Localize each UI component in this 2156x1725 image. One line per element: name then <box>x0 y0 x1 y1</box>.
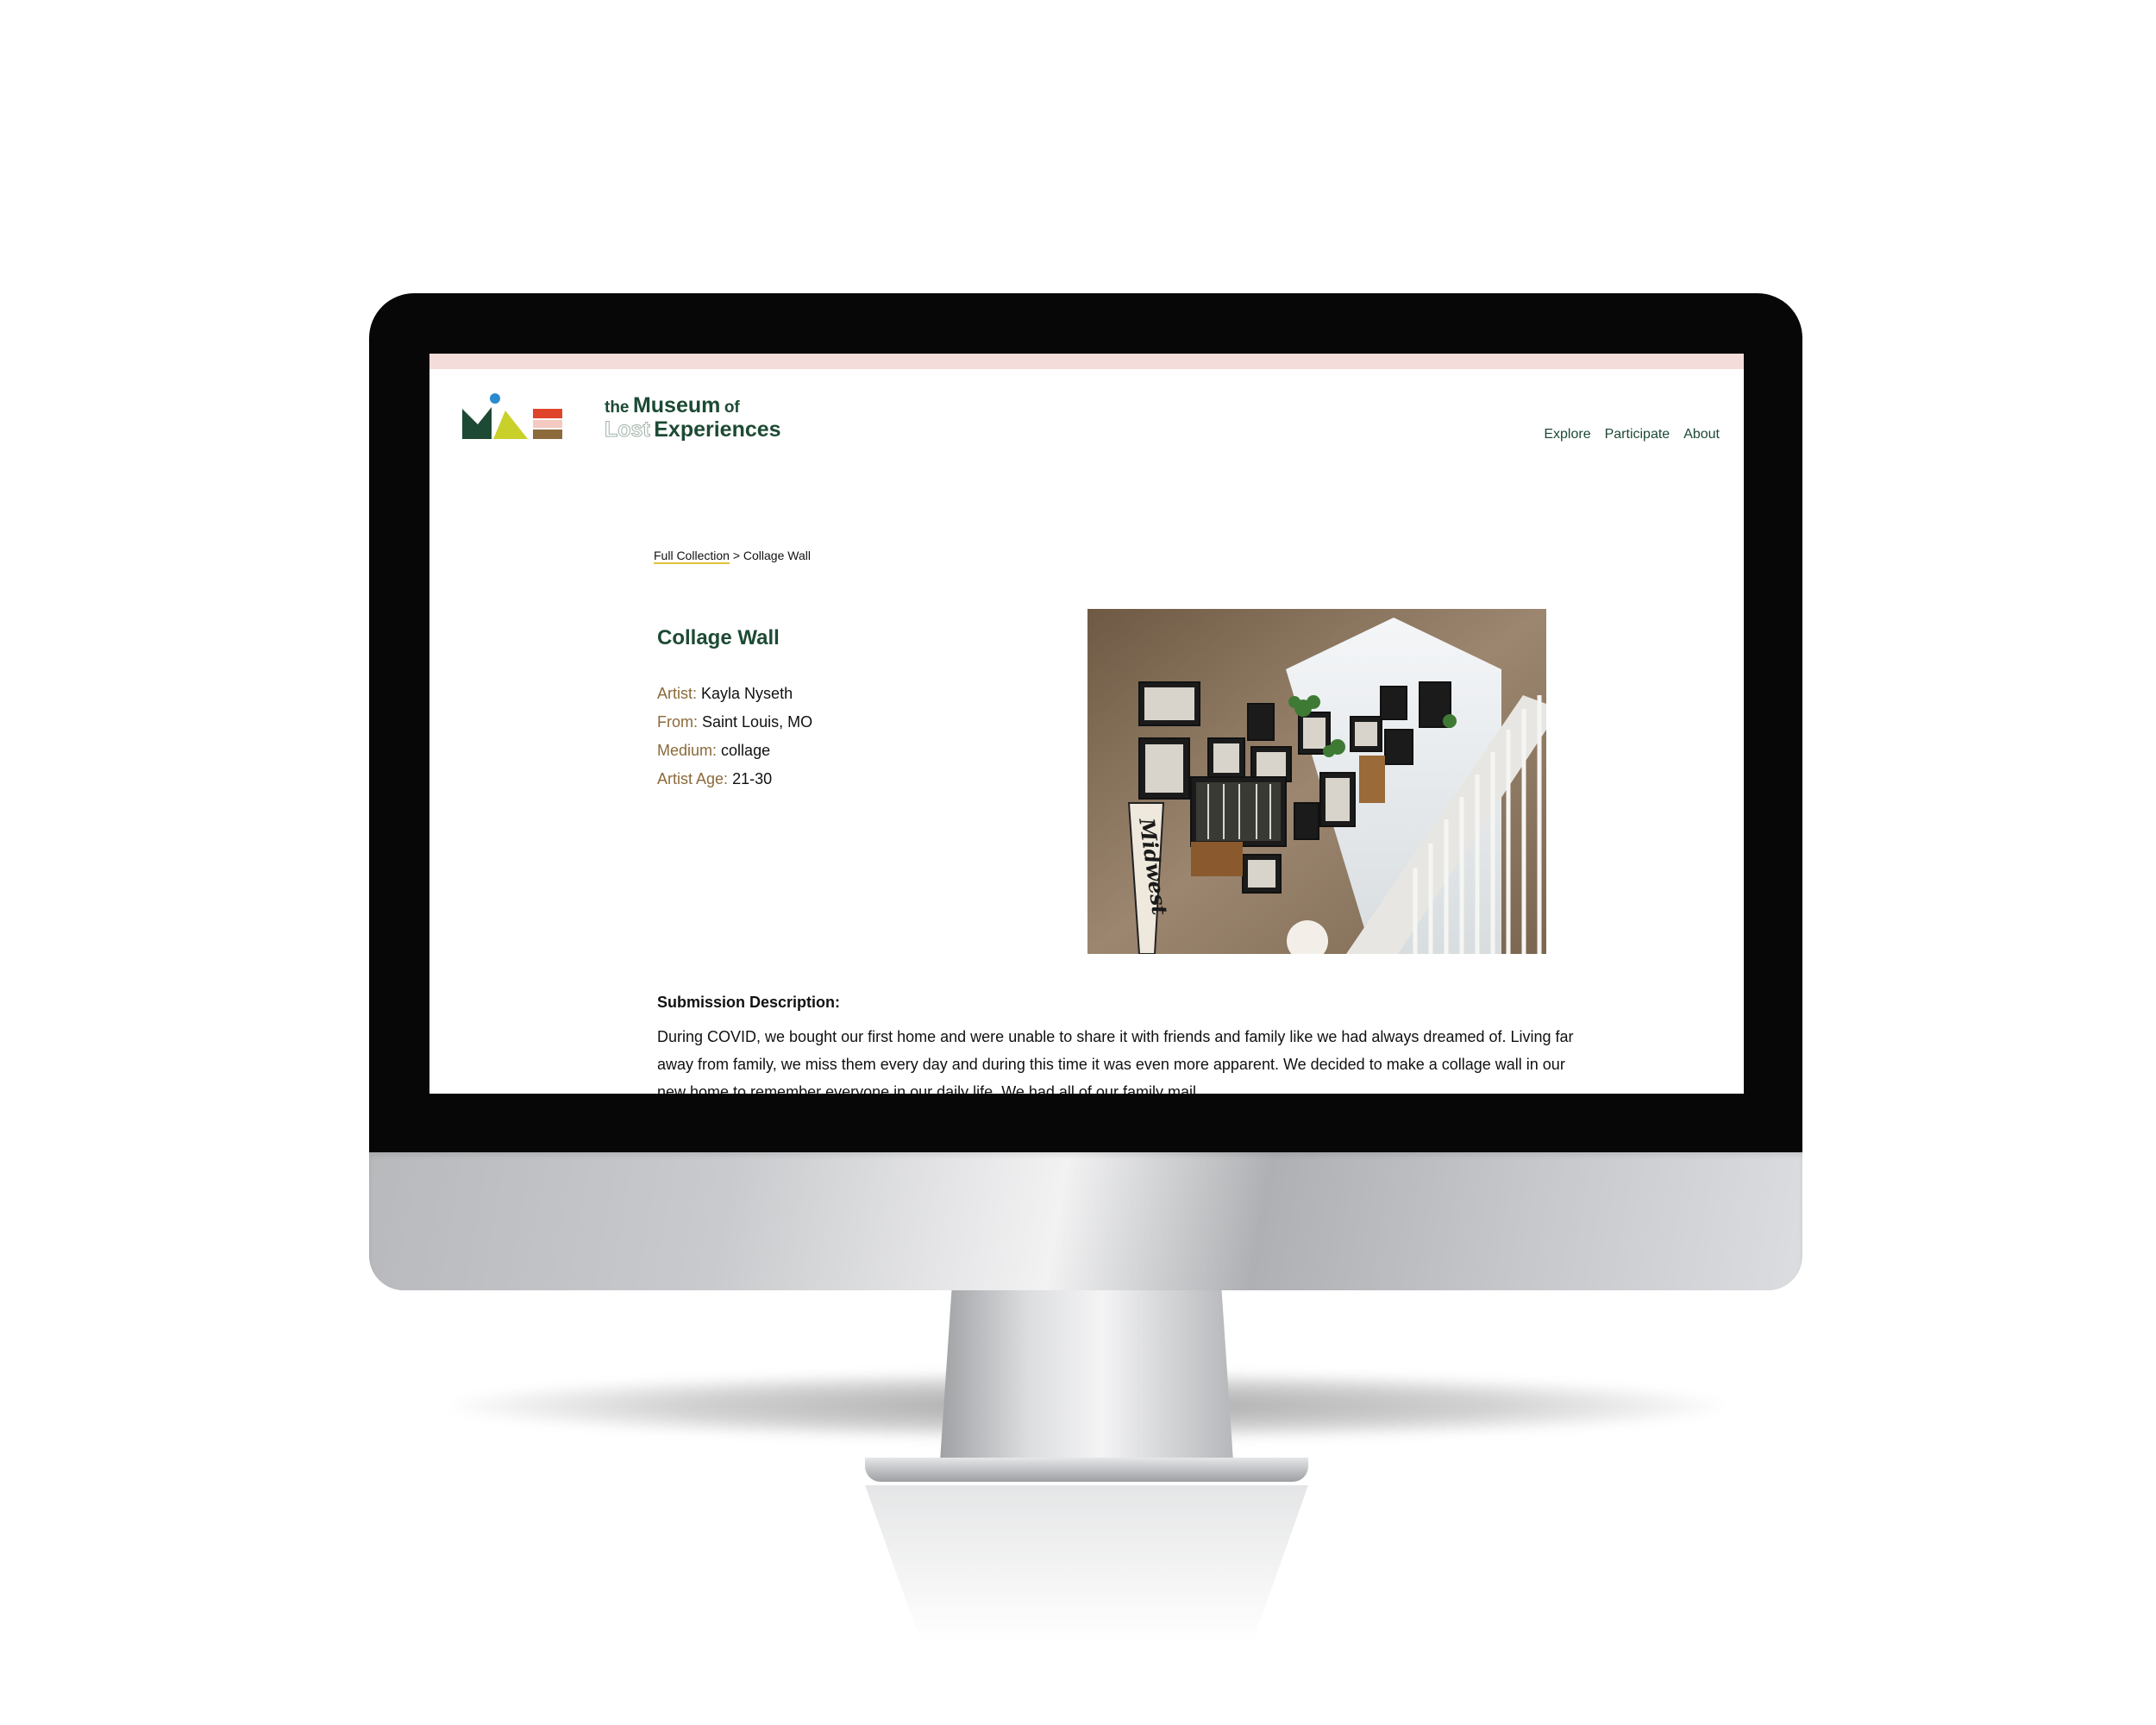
monitor-stand-reflection <box>865 1485 1308 1709</box>
nav-participate[interactable]: Participate <box>1605 427 1670 442</box>
meta-artist-label: Artist: <box>657 685 698 702</box>
meta-age-value: 21-30 <box>732 770 773 787</box>
meta-artist-value: Kayla Nyseth <box>701 685 793 702</box>
artwork-title: Collage Wall <box>657 626 780 649</box>
logo-wordmark: the Museum of Lost Experiences <box>605 395 781 443</box>
breadcrumb-separator: > <box>729 549 743 562</box>
logo-word-museum: Museum <box>632 393 721 417</box>
top-accent-strip <box>429 354 1744 369</box>
meta-medium-label: Medium: <box>657 742 718 759</box>
logo-word-the: the <box>605 398 630 417</box>
logo-word-lost: Lost <box>605 417 651 442</box>
breadcrumb-current: Collage Wall <box>743 549 811 562</box>
meta-medium: Medium: collage <box>657 737 812 765</box>
museum-logo-icon <box>462 393 562 439</box>
nav-about[interactable]: About <box>1683 427 1720 442</box>
breadcrumb-full-collection[interactable]: Full Collection <box>654 549 730 564</box>
monitor-stand-neck <box>940 1289 1233 1461</box>
meta-from: From: Saint Louis, MO <box>657 708 812 737</box>
artwork-metadata: Artist: Kayla Nyseth From: Saint Louis, … <box>657 680 812 794</box>
description-heading: Submission Description: <box>657 994 841 1011</box>
meta-from-value: Saint Louis, MO <box>702 713 813 731</box>
artwork-image[interactable]: Midwest <box>1087 609 1546 954</box>
browser-screen: the Museum of Lost Experiences Explore P… <box>429 354 1744 1094</box>
nav-explore[interactable]: Explore <box>1544 427 1590 442</box>
main-nav: Explore Participate About <box>1544 427 1720 442</box>
monitor-chin <box>369 1152 1802 1290</box>
description-body: During COVID, we bought our first home a… <box>657 1028 1574 1094</box>
meta-medium-value: collage <box>721 742 771 759</box>
artwork-detail: Full Collection > Collage Wall Collage W… <box>654 549 1585 1094</box>
logo-word-experiences: Experiences <box>654 417 781 442</box>
meta-age-label: Artist Age: <box>657 770 729 787</box>
site-header: the Museum of Lost Experiences Explore P… <box>429 369 1744 473</box>
monitor-stand-base <box>865 1458 1308 1482</box>
logo-word-of: of <box>724 398 740 417</box>
meta-from-label: From: <box>657 713 698 731</box>
breadcrumb: Full Collection > Collage Wall <box>654 549 1585 564</box>
meta-artist: Artist: Kayla Nyseth <box>657 680 812 708</box>
meta-age: Artist Age: 21-30 <box>657 765 812 794</box>
